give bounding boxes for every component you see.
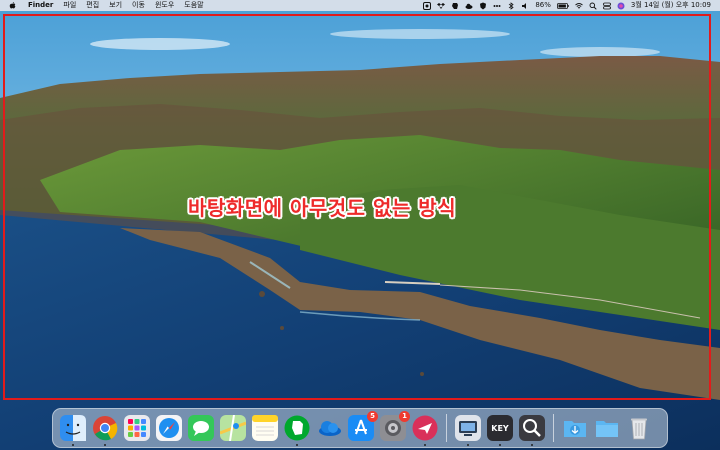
folder-icon (596, 421, 618, 437)
evernote-icon[interactable] (451, 2, 459, 10)
dock-notes[interactable] (252, 415, 278, 441)
dock-evernote[interactable] (284, 415, 310, 446)
running-indicator (499, 444, 501, 446)
airmail-icon (412, 415, 438, 441)
running-indicator (467, 444, 469, 446)
running-indicator (424, 444, 426, 446)
bluetooth-icon[interactable] (507, 1, 515, 10)
magnifier-icon (519, 415, 545, 441)
dock-preview[interactable] (519, 415, 545, 446)
maps-icon (220, 415, 246, 441)
app-menu-finder[interactable]: Finder (23, 0, 58, 11)
dock-downloads[interactable] (562, 415, 588, 441)
siri-icon[interactable] (617, 2, 625, 10)
safari-icon (156, 415, 182, 441)
menu-help[interactable]: 도움말 (179, 0, 208, 11)
notification-badge: 5 (367, 411, 378, 422)
desktop[interactable]: Finder 파일 편집 보기 이동 윈도우 도움말 86% 3월 14일 (월… (0, 0, 720, 450)
screenshot-icon (455, 415, 481, 441)
dock-safari[interactable] (156, 415, 182, 441)
dock-onedrive[interactable] (316, 415, 342, 441)
dock-app-store[interactable]: 5 (348, 411, 378, 441)
dock-folder[interactable] (594, 415, 620, 441)
annotation-caption: 바탕화면에 아무것도 없는 방식 (188, 196, 457, 220)
notification-badge: 1 (399, 411, 410, 422)
search-icon[interactable] (589, 2, 597, 10)
trash-icon (631, 418, 647, 440)
dock-keynote[interactable]: KEY (487, 415, 513, 446)
wifi-icon[interactable] (575, 2, 583, 10)
dock-screenshot[interactable] (455, 415, 481, 446)
menu-go[interactable]: 이동 (127, 0, 150, 11)
dock-chrome[interactable] (92, 415, 118, 446)
menu-file[interactable]: 파일 (58, 0, 81, 11)
dots-icon[interactable] (493, 2, 501, 10)
shield-icon[interactable] (479, 2, 487, 10)
battery-icon[interactable] (556, 2, 569, 10)
chrome-icon (93, 416, 118, 441)
running-indicator (296, 444, 298, 446)
battery-percent: 86% (535, 1, 551, 9)
dock-launchpad[interactable] (124, 415, 150, 441)
running-indicator (104, 444, 106, 446)
dock-messages[interactable] (188, 415, 214, 441)
keynote-label: KEY (491, 424, 509, 433)
dock-airmail[interactable] (412, 415, 438, 446)
dock-separator (446, 414, 447, 442)
dock-separator (553, 414, 554, 442)
launchpad-icon (124, 415, 150, 441)
apple-icon[interactable] (8, 1, 17, 10)
control-center-icon[interactable] (602, 2, 611, 10)
menu-window[interactable]: 윈도우 (150, 0, 179, 11)
menu-bar: Finder 파일 편집 보기 이동 윈도우 도움말 86% 3월 14일 (월… (0, 0, 720, 11)
notes-icon (252, 415, 278, 441)
cloud-icon[interactable] (465, 2, 473, 10)
downloads-folder-icon (564, 421, 586, 437)
dock-finder[interactable] (60, 415, 86, 446)
finder-icon (60, 415, 86, 441)
dock-system-preferences[interactable]: 1 (380, 411, 410, 441)
evernote-icon (284, 415, 310, 441)
running-indicator (72, 444, 74, 446)
dock: 5 1 KEY (52, 408, 668, 448)
dock-trash[interactable] (626, 415, 652, 441)
menu-view[interactable]: 보기 (104, 0, 127, 11)
dropbox-icon[interactable] (437, 2, 446, 10)
messages-icon (188, 415, 214, 441)
menubar-clock[interactable]: 3월 14일 (월) 오후 10:09 (628, 0, 714, 11)
onedrive-icon (319, 421, 341, 436)
screen-record-icon[interactable] (423, 1, 432, 10)
running-indicator (531, 444, 533, 446)
volume-icon[interactable] (521, 2, 529, 10)
dock-maps[interactable] (220, 415, 246, 441)
menu-edit[interactable]: 편집 (81, 0, 104, 11)
keynote-icon: KEY (487, 415, 513, 441)
